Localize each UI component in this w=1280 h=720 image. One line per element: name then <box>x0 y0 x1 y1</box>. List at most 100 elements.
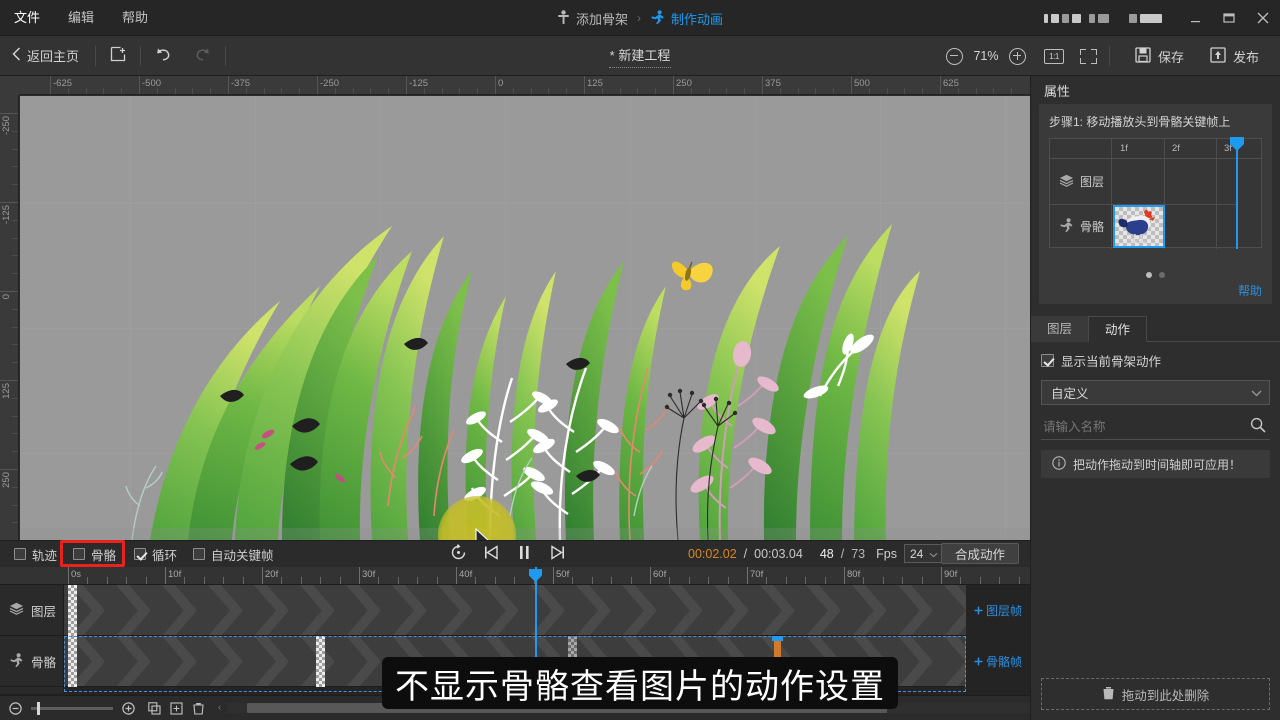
project-title-underline <box>609 66 671 68</box>
window-close-button[interactable] <box>1246 0 1280 36</box>
save-button[interactable]: 保存 <box>1122 36 1197 76</box>
trajectory-checkbox[interactable] <box>14 548 26 560</box>
timeline-playhead[interactable] <box>528 569 542 585</box>
fps-select[interactable]: 24 <box>903 544 942 563</box>
properties-panel: 属性 步骤1: 移动播放头到骨骼关键帧上 1f 2f 3f 图层 骨骼 帮助 图… <box>1030 76 1280 720</box>
window-controls <box>1044 0 1280 36</box>
scroll-left-arrow-icon[interactable]: ‹ <box>212 702 227 713</box>
undo-icon <box>154 46 172 65</box>
layers-icon <box>9 602 24 618</box>
timeline-row-header-skeleton[interactable]: 骨骼 <box>0 636 63 687</box>
timeline-ruler[interactable]: 0s 10f 20f 30f 40f 50f 60f 70f 80f 90f <box>0 567 1030 585</box>
timeline-row-header-layer[interactable]: 图层 <box>0 585 63 636</box>
loop-checkbox[interactable] <box>134 548 147 560</box>
action-search-row[interactable] <box>1041 414 1270 440</box>
window-maximize-button[interactable] <box>1212 0 1246 36</box>
zoom-out-icon[interactable] <box>945 47 963 65</box>
new-canvas-button[interactable] <box>98 36 138 76</box>
horizontal-ruler[interactable]: -625 -500 -375 -250 -125 0 125 250 375 500 625 <box>0 76 1030 95</box>
project-title-label[interactable]: * 新建工程 <box>610 45 671 64</box>
current-frame: 48 <box>819 546 834 561</box>
skeleton-checkbox[interactable] <box>73 548 86 560</box>
timeline-zoom-in-icon[interactable] <box>122 701 135 715</box>
new-canvas-icon <box>110 46 127 66</box>
timeline-add-buttons: 图层帧 骨骼帧 <box>966 585 1030 693</box>
fps-label: Fps <box>876 546 897 561</box>
drag-to-delete-zone[interactable]: 拖动到此处删除 <box>1041 678 1270 710</box>
tab-layers[interactable]: 图层 <box>1031 316 1089 342</box>
checkbox-auto-keyframe[interactable]: 自动关键帧 <box>193 545 274 564</box>
delete-icon[interactable] <box>192 702 205 715</box>
timeline-track-layer[interactable] <box>64 585 966 636</box>
guide-step-text: 步骤1: 移动播放头到骨骼关键帧上 <box>1049 115 1231 129</box>
redo-button[interactable] <box>183 36 223 76</box>
action-category-select[interactable]: 自定义 <box>1041 380 1270 405</box>
drag-to-delete-label: 拖动到此处删除 <box>1121 688 1210 703</box>
timeline-row-layer-label: 图层 <box>31 604 57 619</box>
guide-dot-1[interactable] <box>1146 272 1152 278</box>
trajectory-label: 轨迹 <box>32 548 58 563</box>
action-category-value: 自定义 <box>1051 387 1089 401</box>
canvas[interactable] <box>20 96 1030 540</box>
chevron-down-icon <box>1251 386 1262 400</box>
info-icon <box>1052 455 1066 473</box>
guide-help-link[interactable]: 帮助 <box>1238 282 1262 299</box>
copy-icon[interactable] <box>148 701 161 715</box>
actual-size-button[interactable]: 1:1 <box>1043 48 1064 64</box>
mini-frame-2f: 2f <box>1172 143 1180 154</box>
show-current-action-checkbox[interactable] <box>1041 354 1054 367</box>
skeleton-label: 骨骼 <box>91 548 117 563</box>
checkbox-loop[interactable]: 循环 <box>134 545 177 564</box>
skeleton-person-icon <box>557 9 570 27</box>
keyframe-marker[interactable] <box>68 585 77 636</box>
playback-controls <box>450 540 565 567</box>
publish-button[interactable]: 发布 <box>1197 36 1272 76</box>
keyframe-marker[interactable] <box>68 636 77 687</box>
butterfly <box>671 261 713 291</box>
trash-icon <box>1102 686 1115 703</box>
breadcrumb-step-make-animation[interactable]: 制作动画 <box>650 9 723 28</box>
step-back-icon[interactable] <box>484 544 501 563</box>
menu-item-file[interactable]: 文件 <box>0 0 54 36</box>
tab-actions[interactable]: 动作 <box>1088 316 1148 342</box>
pause-icon[interactable] <box>518 545 531 563</box>
mini-playhead-marker[interactable] <box>1230 137 1244 151</box>
breadcrumb-step1-label: 添加骨架 <box>575 11 628 27</box>
duplicate-icon[interactable] <box>170 701 183 715</box>
auto-keyframe-checkbox[interactable] <box>193 548 206 560</box>
menu-item-edit[interactable]: 编辑 <box>54 0 108 36</box>
auto-keyframe-label: 自动关键帧 <box>211 548 274 563</box>
step-forward-icon[interactable] <box>548 544 565 563</box>
vertical-ruler[interactable]: -250 -125 0 125 250 <box>0 95 19 540</box>
blurred-account-text <box>1044 13 1162 23</box>
timeline-row-headers: 图层 骨骼 <box>0 585 64 693</box>
window-minimize-button[interactable] <box>1178 0 1212 36</box>
artwork-illustration <box>20 224 1030 540</box>
replay-icon[interactable] <box>450 543 467 564</box>
menu-item-help[interactable]: 帮助 <box>108 0 162 36</box>
zoom-in-icon[interactable] <box>1008 47 1026 65</box>
breadcrumb-step-add-skeleton[interactable]: 添加骨架 <box>557 9 628 28</box>
add-layer-frame-button[interactable]: 图层帧 <box>966 585 1030 636</box>
checkbox-trajectory[interactable]: 轨迹 <box>14 545 57 564</box>
guide-dot-2[interactable] <box>1159 272 1165 278</box>
show-current-action-row[interactable]: 显示当前骨架动作 <box>1041 351 1270 370</box>
save-icon <box>1135 46 1151 66</box>
fit-screen-icon[interactable] <box>1079 48 1097 64</box>
back-to-home-label: 返回主页 <box>27 49 80 64</box>
checkbox-skeleton[interactable]: 骨骼 <box>73 545 116 564</box>
frame-separator: / <box>840 546 845 561</box>
undo-button[interactable] <box>143 36 183 76</box>
action-search-input[interactable] <box>1043 419 1223 434</box>
search-icon[interactable] <box>1250 417 1266 436</box>
timeline-zoom-out-icon[interactable] <box>9 701 22 715</box>
keyframe-marker[interactable] <box>316 636 325 687</box>
app-root: 文件 编辑 帮助 添加骨架 › 制作动画 返回主页 * 新建工程 71% 1:1… <box>0 0 1280 720</box>
timeline-zoom-slider[interactable] <box>31 701 113 715</box>
mini-frame-1f: 1f <box>1120 143 1128 154</box>
back-to-home-button[interactable]: 返回主页 <box>0 36 93 76</box>
compose-action-button[interactable]: 合成动作 <box>941 543 1019 564</box>
time-separator: / <box>743 546 748 561</box>
add-skeleton-frame-button[interactable]: 骨骼帧 <box>966 636 1030 687</box>
skeleton-keyframe-thumbnail[interactable] <box>1113 205 1165 248</box>
